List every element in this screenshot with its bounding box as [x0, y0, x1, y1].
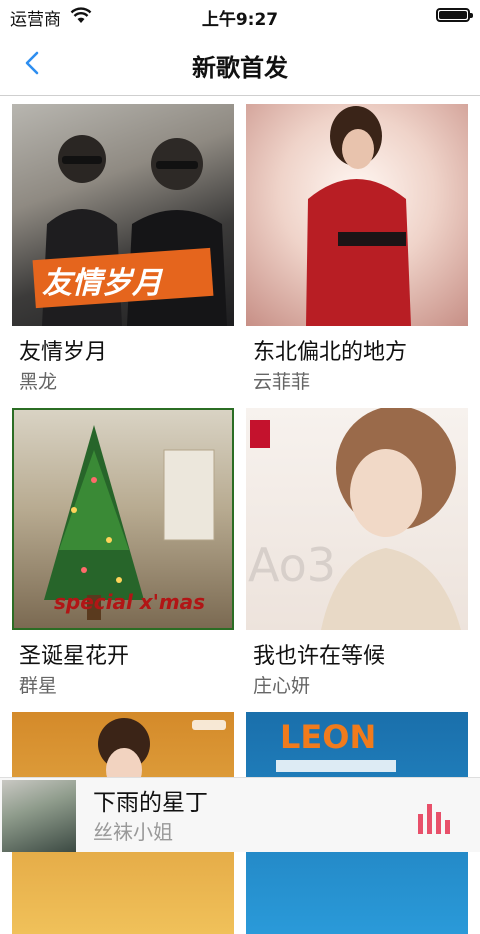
cover-title-art: special x'mas: [54, 590, 206, 614]
page-title: 新歌首发: [192, 54, 288, 82]
now-playing-cover[interactable]: [2, 780, 76, 852]
cover-title-art: Ao3: [248, 538, 337, 592]
song-card[interactable]: special x'mas 圣诞星花开 群星: [12, 408, 234, 698]
navigation-bar: 新歌首发: [0, 32, 480, 96]
album-cover[interactable]: special x'mas: [12, 408, 234, 630]
now-playing-artist: 丝袜小姐: [93, 820, 173, 844]
song-title: 我也许在等候: [253, 644, 386, 669]
song-title: 友情岁月: [19, 340, 108, 365]
song-artist: 群星: [19, 675, 58, 697]
song-card[interactable]: 友情岁月 友情岁月 黑龙: [12, 104, 234, 394]
equalizer-icon[interactable]: [416, 802, 456, 834]
album-cover[interactable]: 友情岁月: [12, 104, 234, 326]
now-playing-title: 下雨的星丁: [93, 790, 208, 816]
song-artist: 庄心妍: [253, 675, 311, 697]
battery-icon: [436, 8, 473, 22]
status-bar: 运营商 上午9:27: [0, 0, 480, 32]
cover-title-art: 友情岁月: [42, 266, 162, 301]
song-title: 圣诞星花开: [19, 644, 130, 669]
song-title: 东北偏北的地方: [253, 340, 408, 365]
clock: 上午9:27: [201, 10, 279, 30]
song-card[interactable]: Ao3 我也许在等候 庄心妍: [246, 408, 468, 698]
album-cover[interactable]: [246, 104, 468, 326]
now-playing-bar[interactable]: 下雨的星丁 丝袜小姐: [0, 777, 480, 852]
album-cover[interactable]: Ao3: [246, 408, 468, 630]
song-artist: 云菲菲: [253, 371, 311, 393]
cover-title-art: LEON: [280, 718, 377, 756]
song-card[interactable]: 东北偏北的地方 云菲菲: [246, 104, 468, 394]
cover-banner: [276, 760, 396, 772]
song-artist: 黑龙: [19, 371, 58, 393]
